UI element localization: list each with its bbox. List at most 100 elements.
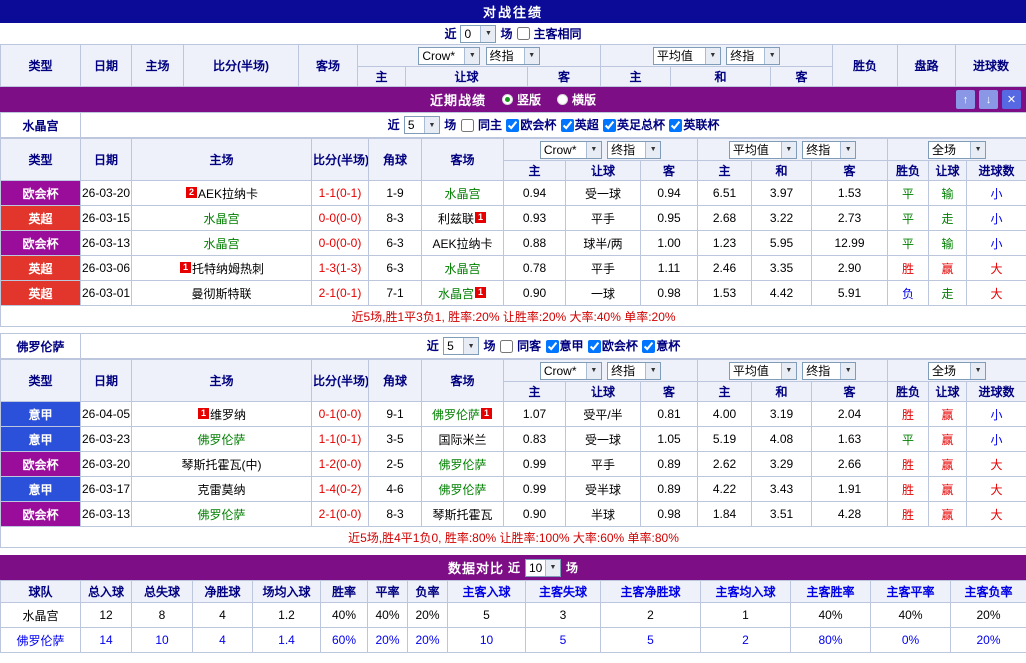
- select-value: 平均值: [733, 362, 769, 379]
- same-venue-checkbox[interactable]: [517, 27, 530, 40]
- stat-cell: 0%: [871, 628, 951, 653]
- handicap-result-cell: 输: [929, 181, 967, 206]
- away-team-cell: 水晶宫: [422, 181, 504, 206]
- stat-cell: 20%: [408, 603, 448, 628]
- move-down-button[interactable]: ↓: [979, 90, 998, 109]
- odds-stage-select[interactable]: 终指▼: [726, 47, 780, 65]
- league-checkbox-3[interactable]: [669, 119, 682, 132]
- chevron-down-icon: ▼: [463, 338, 478, 354]
- league-checkbox-1[interactable]: [588, 340, 601, 353]
- home-odds-cell: 0.93: [504, 206, 566, 231]
- win-odds-cell: 4.22: [698, 477, 752, 502]
- team1-count-select[interactable]: 5▼: [404, 116, 440, 134]
- stat-cell: 20%: [408, 628, 448, 653]
- col-goals-for: 总入球: [81, 581, 132, 603]
- same-home-label: 同主: [478, 118, 502, 132]
- odds-stage-select[interactable]: 终指▼: [607, 141, 661, 159]
- bookmaker-select[interactable]: Crow*▼: [540, 141, 602, 159]
- league-checkbox-2[interactable]: [642, 340, 655, 353]
- home-team-name: 水晶宫: [203, 237, 239, 251]
- score-cell: 0-1(0-0): [312, 402, 369, 427]
- col-lose-odds: 客: [812, 382, 888, 402]
- league-checkbox-1[interactable]: [561, 119, 574, 132]
- full-match-select[interactable]: 全场▼: [928, 141, 986, 159]
- match-row: 英超 26-03-15 水晶宫 0-0(0-0) 8-3 利兹联1 0.93 平…: [1, 206, 1026, 231]
- home-team-name: 琴斯托霍瓦(中): [182, 458, 262, 472]
- near-label: 近: [427, 339, 439, 353]
- team2-bar-row: 佛罗伦萨 近 5▼ 场 同客 意甲 欧会杯 意杯: [1, 334, 1026, 359]
- col-handicap: 让球: [566, 161, 641, 181]
- draw-odds-cell: 3.35: [752, 256, 812, 281]
- bookmaker-select[interactable]: Crow*▼: [540, 362, 602, 380]
- col-venue-loss-rate: 主客负率: [951, 581, 1026, 603]
- full-match-select[interactable]: 全场▼: [928, 362, 986, 380]
- bookmaker-select[interactable]: Crow*▼: [418, 47, 480, 65]
- col-corner: 角球: [369, 360, 422, 402]
- chevron-down-icon: ▼: [586, 363, 601, 379]
- chevron-down-icon: ▼: [480, 26, 495, 42]
- away-odds-cell: 0.98: [641, 281, 698, 306]
- league-cell: 英超: [1, 206, 81, 231]
- odds-stage-select[interactable]: 终指▼: [607, 362, 661, 380]
- europe-odds-selects: 平均值▼ 终指▼: [698, 139, 888, 161]
- compare-row: 水晶宫 12 8 4 1.2 40% 40% 20% 5 3 2 1 40% 4…: [1, 603, 1026, 628]
- same-home-checkbox[interactable]: [461, 119, 474, 132]
- same-away-checkbox[interactable]: [500, 340, 513, 353]
- h2h-count-select[interactable]: 0▼: [460, 25, 496, 43]
- move-up-button[interactable]: ↑: [956, 90, 975, 109]
- league-label-1: 英超: [575, 118, 599, 132]
- col-venue-win-rate: 主客胜率: [791, 581, 871, 603]
- col-type: 类型: [1, 139, 81, 181]
- summary-row: 近5场,胜4平1负0, 胜率:80% 让胜率:100% 大率:60% 单率:80…: [1, 527, 1026, 548]
- away-odds-cell: 1.05: [641, 427, 698, 452]
- chevron-down-icon: ▼: [840, 142, 855, 158]
- corner-cell: 3-5: [369, 427, 422, 452]
- average-select[interactable]: 平均值▼: [729, 362, 797, 380]
- away-odds-cell: 0.89: [641, 452, 698, 477]
- col-venue-goal-diff: 主客净胜球: [601, 581, 701, 603]
- team2-bar: 佛罗伦萨 近 5▼ 场 同客 意甲 欧会杯 意杯: [0, 333, 1026, 359]
- match-row: 意甲 26-04-05 1维罗纳 0-1(0-0) 9-1 佛罗伦萨1 1.07…: [1, 402, 1026, 427]
- win-odds-cell: 5.19: [698, 427, 752, 452]
- goals-result-cell: 大: [967, 452, 1026, 477]
- date-cell: 26-03-17: [81, 477, 132, 502]
- stat-cell: 4: [193, 603, 253, 628]
- team2-count-select[interactable]: 5▼: [443, 337, 479, 355]
- league-checkbox-0[interactable]: [546, 340, 559, 353]
- draw-odds-cell: 4.42: [752, 281, 812, 306]
- away-odds-cell: 0.81: [641, 402, 698, 427]
- col-type: 类型: [1, 360, 81, 402]
- team1-filter: 近 5▼ 场 同主 欧会杯 英超 英足总杯 英联杯: [81, 113, 1026, 138]
- select-value: 全场: [932, 362, 956, 379]
- result-cell: 负: [888, 281, 929, 306]
- average-select[interactable]: 平均值▼: [729, 141, 797, 159]
- average-select[interactable]: 平均值▼: [653, 47, 721, 65]
- draw-odds-cell: 3.51: [752, 502, 812, 527]
- chevron-down-icon: ▼: [645, 142, 660, 158]
- col-away: 客场: [422, 139, 504, 181]
- draw-odds-cell: 3.22: [752, 206, 812, 231]
- close-button[interactable]: ✕: [1002, 90, 1021, 109]
- horizontal-radio[interactable]: [557, 94, 568, 105]
- goals-result-cell: 大: [967, 477, 1026, 502]
- date-cell: 26-04-05: [81, 402, 132, 427]
- stat-cell: 4: [193, 628, 253, 653]
- corner-cell: 1-9: [369, 181, 422, 206]
- league-checkbox-2[interactable]: [603, 119, 616, 132]
- vertical-radio[interactable]: [502, 94, 513, 105]
- odds-stage-select[interactable]: 终指▼: [802, 362, 856, 380]
- compare-count-select[interactable]: 10▼: [525, 559, 561, 577]
- compare-header-row: 球队 总入球 总失球 净胜球 场均入球 胜率 平率 负率 主客入球 主客失球 主…: [1, 581, 1026, 603]
- away-team-name: 琴斯托霍瓦: [432, 508, 492, 522]
- match-row: 意甲 26-03-23 佛罗伦萨 1-1(0-1) 3-5 国际米兰 0.83 …: [1, 427, 1026, 452]
- league-checkbox-0[interactable]: [506, 119, 519, 132]
- col-corner: 角球: [369, 139, 422, 181]
- stat-cell: 20%: [951, 628, 1026, 653]
- horizontal-label: 横版: [572, 91, 596, 108]
- select-value: 终指: [730, 47, 754, 64]
- stat-cell: 5: [601, 628, 701, 653]
- lose-odds-cell: 2.90: [812, 256, 888, 281]
- odds-stage-select[interactable]: 终指▼: [802, 141, 856, 159]
- col-away-odds: 客: [641, 161, 698, 181]
- odds-stage-select[interactable]: 终指▼: [486, 47, 540, 65]
